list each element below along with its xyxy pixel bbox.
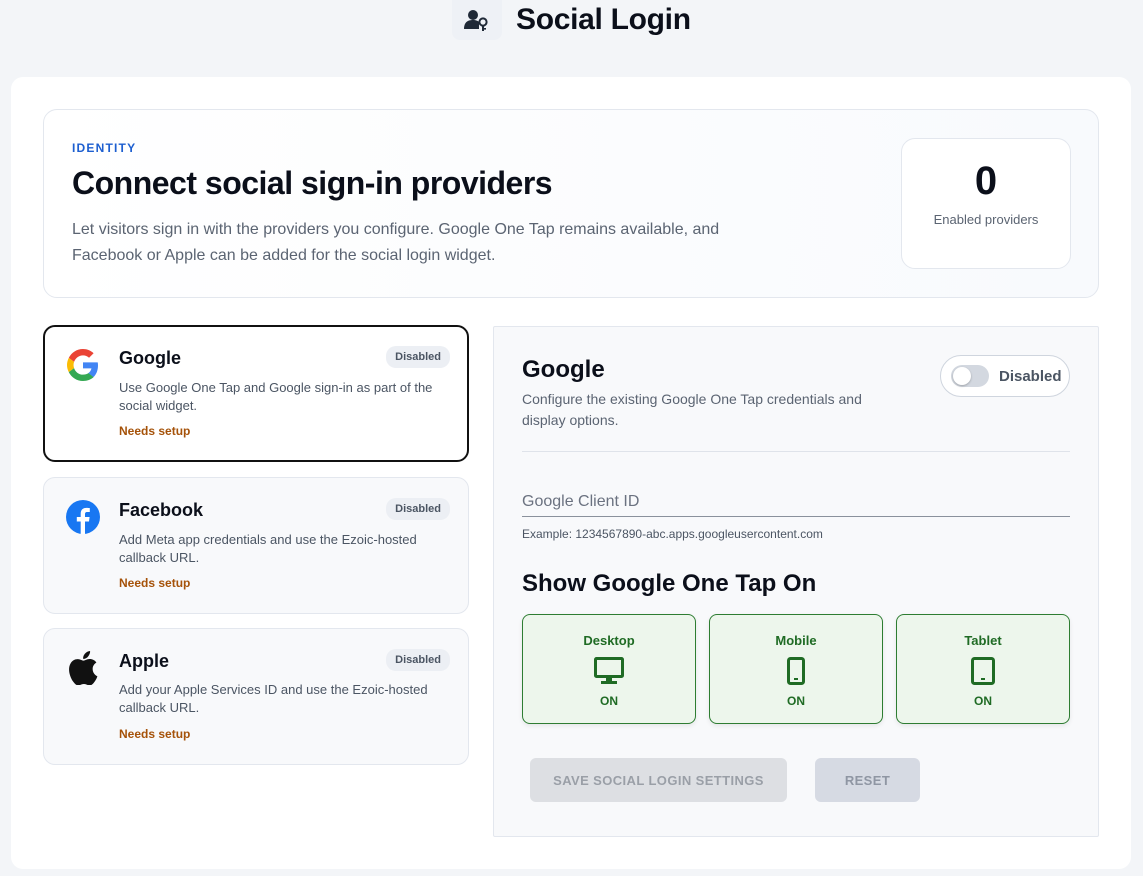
provider-setup-status: Needs setup	[119, 424, 191, 438]
status-badge: Disabled	[386, 346, 450, 368]
enabled-providers-count: 0 Enabled providers	[901, 138, 1071, 269]
hero-section: IDENTITY Connect social sign-in provider…	[43, 109, 1099, 298]
status-badge: Disabled	[386, 498, 450, 520]
device-name: Tablet	[964, 633, 1002, 648]
provider-card-facebook[interactable]: Facebook Disabled Add Meta app credentia…	[43, 477, 469, 614]
save-settings-button[interactable]: SAVE SOCIAL LOGIN SETTINGS	[530, 758, 787, 802]
page-header: Social Login	[452, 0, 691, 40]
provider-name: Facebook	[119, 500, 204, 520]
device-toggle-desktop[interactable]: Desktop ON	[522, 614, 696, 724]
apple-icon	[66, 651, 100, 685]
reset-button[interactable]: RESET	[815, 758, 920, 802]
mobile-icon	[787, 656, 805, 686]
toggle-knob	[953, 367, 971, 385]
tablet-icon	[971, 656, 995, 686]
toggle-label: Disabled	[999, 367, 1062, 385]
provider-setup-status: Needs setup	[119, 576, 191, 590]
device-name: Mobile	[775, 633, 817, 648]
provider-card-google[interactable]: Google Disabled Use Google One Tap and G…	[43, 325, 469, 462]
provider-setup-status: Needs setup	[119, 727, 191, 741]
provider-card-apple[interactable]: Apple Disabled Add your Apple Services I…	[43, 628, 469, 765]
hero-eyebrow: IDENTITY	[72, 141, 137, 155]
detail-description: Configure the existing Google One Tap cr…	[522, 391, 862, 428]
desktop-icon	[594, 656, 624, 686]
page-title: Social Login	[516, 3, 691, 36]
client-id-hint: Example: 1234567890-abc.apps.googleuserc…	[522, 527, 823, 541]
provider-description: Add Meta app credentials and use the Ezo…	[119, 532, 417, 565]
hero-title: Connect social sign-in providers	[72, 165, 553, 201]
count-label: Enabled providers	[933, 212, 1039, 227]
provider-description: Add your Apple Services ID and use the E…	[119, 682, 428, 715]
user-key-icon	[452, 0, 502, 40]
device-state: ON	[974, 694, 992, 708]
one-tap-section-title: Show Google One Tap On	[522, 570, 817, 597]
toggle-track[interactable]	[951, 365, 989, 387]
device-name: Desktop	[583, 633, 635, 648]
device-toggle-tablet[interactable]: Tablet ON	[896, 614, 1070, 724]
hero-description: Let visitors sign in with the providers …	[72, 221, 720, 264]
device-state: ON	[600, 694, 618, 708]
provider-name: Apple	[119, 651, 170, 671]
provider-description: Use Google One Tap and Google sign-in as…	[119, 380, 433, 413]
main-card: IDENTITY Connect social sign-in provider…	[11, 77, 1131, 869]
status-badge: Disabled	[386, 649, 450, 671]
provider-enable-toggle[interactable]: Disabled	[940, 355, 1070, 397]
device-toggle-mobile[interactable]: Mobile ON	[709, 614, 883, 724]
divider	[522, 451, 1070, 452]
provider-name: Google	[119, 348, 181, 368]
count-value: 0	[974, 159, 998, 203]
google-icon	[66, 348, 100, 382]
detail-title: Google	[522, 356, 605, 383]
facebook-icon	[66, 500, 100, 534]
device-state: ON	[787, 694, 805, 708]
provider-detail-panel: Google Configure the existing Google One…	[493, 326, 1099, 837]
google-client-id-input[interactable]	[522, 487, 1070, 517]
